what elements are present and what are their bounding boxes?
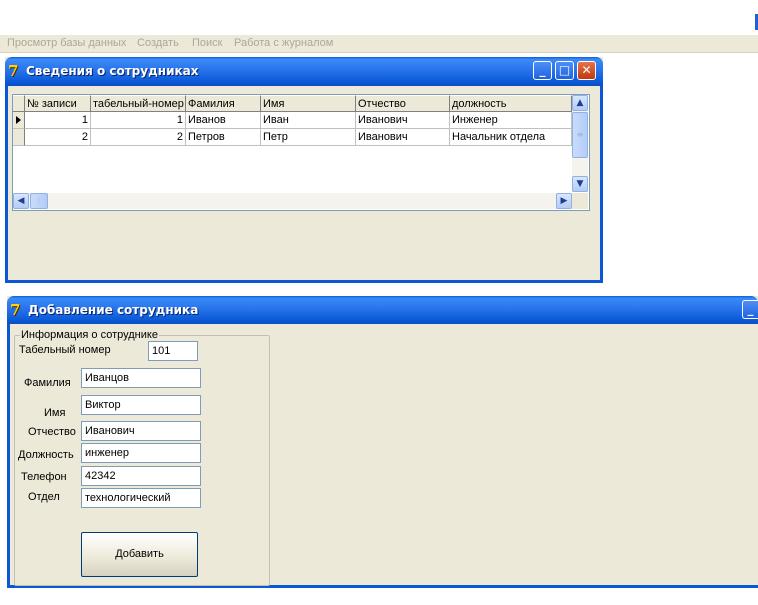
department-label: Отдел [28,491,60,503]
grid-header-tab-number[interactable]: табельный-номер [91,95,186,112]
grid-header-patronymic[interactable]: Отчество [356,95,450,112]
tab-number-label: Табельный номер [19,344,111,356]
phone-input[interactable]: 42342 [81,466,201,486]
scroll-down-button[interactable]: ▼ [572,176,588,192]
grid-header-name[interactable]: Имя [261,95,356,112]
delphi-app-icon: 7 [10,301,21,319]
employee-info-group: Информация о сотруднике Табельный номер … [14,329,270,586]
close-icon: ✕ [581,63,592,77]
grid-cell[interactable]: Иванович [356,129,450,146]
grid-cell[interactable]: Начальник отдела [450,129,572,146]
grid-cell[interactable]: 2 [25,129,91,146]
grid-cell[interactable]: 1 [25,112,91,129]
minimize-button[interactable]: _ [742,300,758,319]
employees-window: 7 Сведения о сотрудниках _ □ ✕ № записи … [5,57,603,283]
grid-vertical-scrollbar[interactable]: ▲ ≡ ▼ [572,95,588,192]
scroll-up-button[interactable]: ▲ [572,95,588,111]
patronymic-input[interactable]: Иванович [81,421,201,441]
grid-row-indicator[interactable] [13,112,25,129]
grid-indicator-header [13,95,25,112]
menu-bar: Просмотр базы данных Создать Поиск Работ… [0,35,758,53]
scroll-left-button[interactable]: ◀ [13,193,29,209]
grid-cell[interactable]: Иван [261,112,356,129]
grid-row-indicator[interactable] [13,129,25,146]
employees-window-titlebar[interactable]: 7 Сведения о сотрудниках _ □ ✕ [5,57,603,86]
surname-label: Фамилия [24,377,71,389]
department-input[interactable]: технологический [81,488,201,508]
add-employee-window-titlebar[interactable]: 7 Добавление сотрудника _ [7,296,758,324]
phone-label: Телефон [21,471,67,483]
grid-cell[interactable]: 1 [91,112,186,129]
chevron-up-icon: ▲ [576,98,584,108]
minimize-icon: _ [747,302,754,316]
name-label: Имя [44,407,66,419]
grid-header-position[interactable]: должность [450,95,572,112]
add-employee-window: 7 Добавление сотрудника _ Информация о с… [7,296,758,588]
menu-create[interactable]: Создать [135,35,181,52]
window-frame-bottom [5,280,603,283]
grid-header-surname[interactable]: Фамилия [186,95,261,112]
employee-info-group-title: Информация о сотруднике [20,329,159,342]
scrollbar-corner [572,193,588,209]
surname-input[interactable]: Иванцов [81,368,201,388]
chevron-down-icon: ▼ [576,179,584,189]
position-input[interactable]: инженер [81,443,201,463]
vertical-scroll-thumb[interactable]: ≡ [572,112,588,158]
window-frame-left [5,86,8,283]
employees-grid[interactable]: № записи табельный-номер Фамилия Имя Отч… [12,94,590,211]
menu-search[interactable]: Поиск [190,35,224,52]
grid-header-record-no[interactable]: № записи [25,95,91,112]
grid-cell[interactable]: Инженер [450,112,572,129]
grid-cell[interactable]: Иванов [186,112,261,129]
maximize-button[interactable]: □ [555,61,574,80]
maximize-icon: □ [558,63,571,77]
window-frame-right [600,86,603,283]
horizontal-scroll-thumb[interactable]: ⦙ [30,193,48,209]
menu-journal[interactable]: Работа с журналом [232,35,335,52]
grid-cell[interactable]: Петров [186,129,261,146]
employees-window-title: Сведения о сотрудниках [26,64,199,78]
minimize-button[interactable]: _ [533,61,552,80]
current-row-arrow-icon [16,116,21,124]
grid-cell[interactable]: Иванович [356,112,450,129]
minimize-icon: _ [539,63,546,77]
menu-view-database[interactable]: Просмотр базы данных [5,35,128,52]
add-employee-window-title: Добавление сотрудника [28,303,199,317]
window-frame-left [7,324,10,588]
tab-number-input[interactable]: 101 [148,341,198,361]
grid-cell[interactable]: Петр [261,129,356,146]
position-label: Должность [18,449,74,461]
grid-horizontal-scrollbar[interactable]: ◀ ⦙ ▶ [13,193,572,209]
chevron-right-icon: ▶ [560,196,568,206]
close-button[interactable]: ✕ [577,61,596,80]
chevron-left-icon: ◀ [17,196,25,206]
name-input[interactable]: Виктор [81,395,201,415]
delphi-app-icon: 7 [8,62,19,80]
add-button[interactable]: Добавить [81,532,198,577]
grid-cell[interactable]: 2 [91,129,186,146]
scroll-right-button[interactable]: ▶ [556,193,572,209]
patronymic-label: Отчество [28,426,76,438]
